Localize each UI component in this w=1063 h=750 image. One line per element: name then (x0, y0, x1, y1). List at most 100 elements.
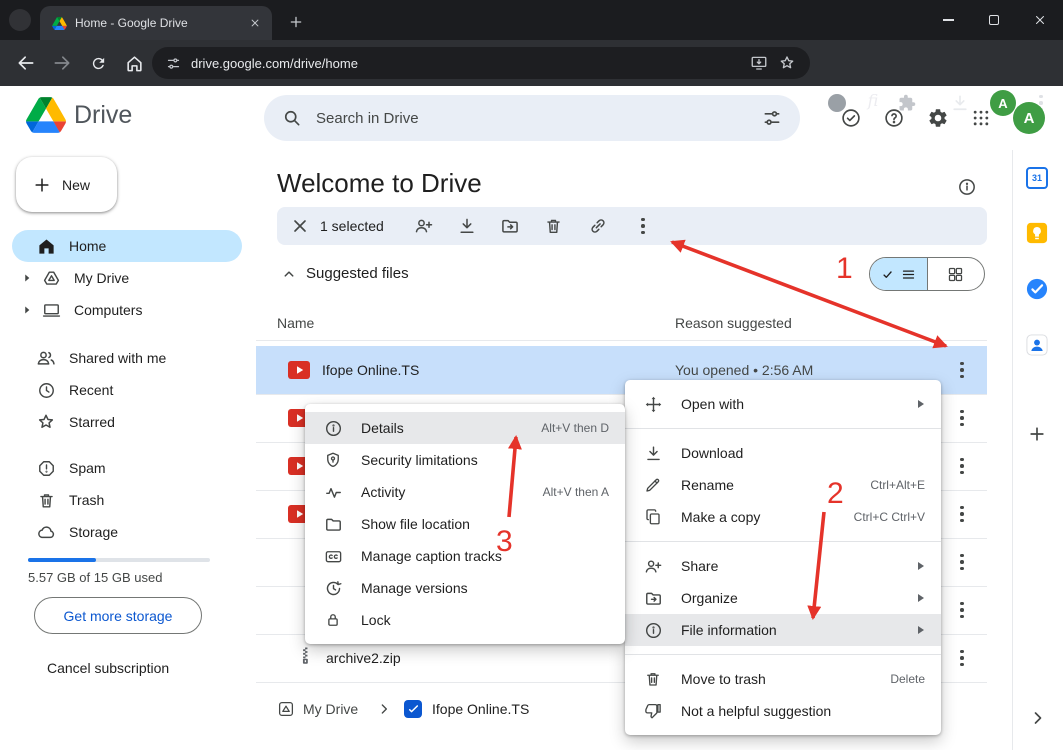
menu-item-download[interactable]: Download (625, 437, 941, 469)
expand-panel-chevron-icon[interactable] (1028, 708, 1048, 728)
submenu-item-lock[interactable]: Lock (305, 604, 625, 636)
clear-selection-icon[interactable] (290, 216, 310, 236)
row-more-actions-icon[interactable] (950, 646, 974, 670)
sidebar-item-recent[interactable]: Recent (12, 374, 242, 406)
sidebar-item-spam[interactable]: Spam (12, 452, 242, 484)
toolbar-more-actions-icon[interactable] (631, 214, 655, 238)
submenu-item-manage-caption-tracks[interactable]: Manage caption tracks (305, 540, 625, 572)
menu-item-make-a-copy[interactable]: Make a copy Ctrl+C Ctrl+V (625, 501, 941, 533)
sidebar-item-shared-with-me[interactable]: Shared with me (12, 342, 242, 374)
menu-item-file-information[interactable]: File information (625, 614, 941, 646)
menu-item-organize[interactable]: Organize (625, 582, 941, 614)
new-tab-button[interactable] (284, 10, 308, 34)
row-more-actions-icon[interactable] (950, 598, 974, 622)
calendar-icon[interactable]: 31 (1026, 167, 1048, 189)
file-reason: You opened • 2:56 AM (675, 362, 813, 378)
section-title: Suggested files (306, 265, 409, 282)
window-menu-icon[interactable] (9, 9, 31, 31)
submenu-arrow-icon (915, 593, 925, 603)
sidebar-item-trash[interactable]: Trash (12, 484, 242, 516)
browser-tab[interactable]: Home - Google Drive (40, 6, 272, 40)
submenu-item-activity[interactable]: Activity Alt+V then A (305, 476, 625, 508)
drive-logo-text: Drive (74, 101, 132, 130)
drive-profile-avatar[interactable]: A (1013, 102, 1045, 134)
downloads-icon[interactable] (950, 93, 970, 113)
menu-item-share[interactable]: Share (625, 550, 941, 582)
maximize-button[interactable] (971, 0, 1017, 40)
row-more-actions-icon[interactable] (950, 358, 974, 382)
share-person-add-icon[interactable] (414, 216, 434, 236)
home-icon (36, 237, 56, 256)
reload-button[interactable] (82, 47, 114, 79)
submenu-item-show-file-location[interactable]: Show file location (305, 508, 625, 540)
drive-logo[interactable] (26, 97, 66, 133)
close-window-button[interactable] (1017, 0, 1063, 40)
page-info-icon[interactable] (954, 174, 980, 200)
contacts-icon[interactable] (1026, 334, 1048, 356)
copy-link-icon[interactable] (588, 216, 608, 236)
expand-chevron-icon[interactable] (20, 271, 34, 285)
pencil-icon (643, 476, 663, 494)
row-more-actions-icon[interactable] (950, 502, 974, 526)
tasks-icon[interactable] (1026, 278, 1048, 300)
get-more-storage-button[interactable]: Get more storage (34, 597, 202, 634)
move-to-folder-icon (643, 589, 663, 608)
address-bar[interactable]: drive.google.com/drive/home (152, 47, 810, 79)
sidebar-item-computers[interactable]: Computers (12, 294, 242, 326)
breadcrumb-file[interactable]: Ifope Online.TS (432, 701, 529, 717)
collapse-section-icon[interactable] (280, 265, 298, 283)
row-more-actions-icon[interactable] (950, 550, 974, 574)
selected-count-label: 1 selected (320, 218, 384, 234)
search-filter-icon[interactable] (762, 108, 782, 128)
annotation-label-1: 1 (836, 252, 853, 285)
submenu-item-details[interactable]: Details Alt+V then D (305, 412, 625, 444)
tab-close-icon[interactable] (246, 14, 264, 32)
sidebar-item-my-drive[interactable]: My Drive (12, 262, 242, 294)
menu-item-rename[interactable]: Rename Ctrl+Alt+E (625, 469, 941, 501)
page-title: Welcome to Drive (277, 168, 482, 199)
trash-icon[interactable] (544, 217, 563, 236)
drive-search-bar[interactable] (264, 95, 800, 141)
download-icon[interactable] (457, 216, 477, 236)
menu-item-not-helpful[interactable]: Not a helpful suggestion (625, 695, 941, 727)
expand-chevron-icon[interactable] (20, 303, 34, 317)
sidebar-item-starred[interactable]: Starred (12, 406, 242, 438)
folder-icon (323, 515, 343, 534)
home-button[interactable] (118, 47, 150, 79)
list-view-button[interactable] (870, 258, 927, 290)
settings-gear-icon[interactable] (925, 105, 951, 131)
add-panel-icon[interactable] (1027, 424, 1047, 444)
move-to-folder-icon[interactable] (500, 216, 520, 236)
grid-view-button[interactable] (928, 258, 985, 290)
help-icon[interactable] (881, 105, 907, 131)
menu-item-move-to-trash[interactable]: Move to trash Delete (625, 663, 941, 695)
trash-icon (643, 670, 663, 688)
clock-icon (36, 381, 56, 400)
back-button[interactable] (10, 47, 42, 79)
site-info-icon[interactable] (166, 56, 181, 71)
apps-grid-icon[interactable] (968, 105, 994, 131)
sidebar-item-storage[interactable]: Storage (12, 516, 242, 548)
submenu-item-manage-versions[interactable]: Manage versions (305, 572, 625, 604)
search-input[interactable] (316, 110, 748, 127)
offline-status-icon[interactable] (838, 105, 864, 131)
column-header-name[interactable]: Name (277, 315, 314, 331)
selected-checkbox-icon[interactable] (404, 700, 422, 718)
menu-item-open-with[interactable]: Open with (625, 388, 941, 420)
column-header-reason[interactable]: Reason suggested (675, 315, 792, 331)
cancel-subscription-link[interactable]: Cancel subscription (47, 660, 169, 676)
forward-button[interactable] (46, 47, 78, 79)
browser-toolbar: drive.google.com/drive/home fi A (0, 40, 1063, 86)
install-app-icon[interactable] (750, 54, 768, 72)
submenu-item-security-limitations[interactable]: Security limitations (305, 444, 625, 476)
minimize-button[interactable] (925, 0, 971, 40)
breadcrumb-root[interactable]: My Drive (303, 701, 358, 717)
bookmark-star-icon[interactable] (778, 54, 796, 72)
sidebar-item-home[interactable]: Home (12, 230, 242, 262)
keep-icon[interactable] (1026, 222, 1048, 244)
storage-progress-fill (28, 558, 96, 562)
row-more-actions-icon[interactable] (950, 406, 974, 430)
new-button[interactable]: New (16, 157, 117, 212)
zip-file-icon (297, 646, 315, 667)
row-more-actions-icon[interactable] (950, 454, 974, 478)
